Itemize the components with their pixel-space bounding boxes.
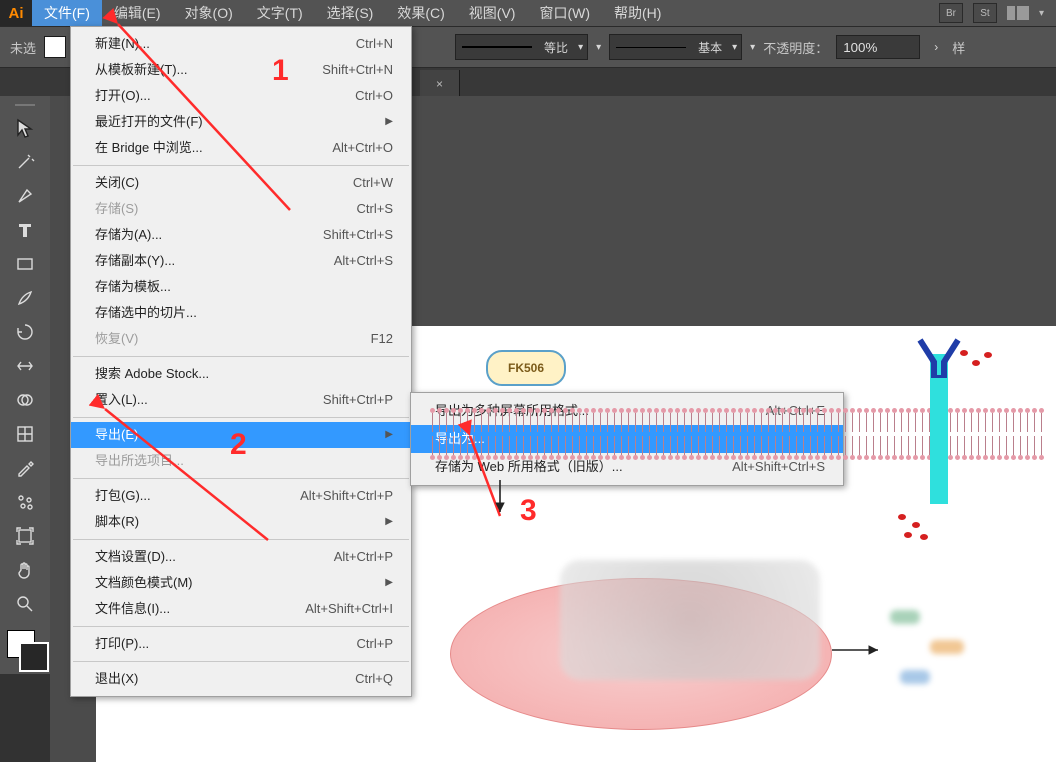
shape-builder-tool-icon[interactable]	[11, 386, 39, 414]
menu-items: 文件(F)编辑(E)对象(O)文字(T)选择(S)效果(C)视图(V)窗口(W)…	[32, 0, 673, 26]
rectangle-tool-icon[interactable]	[11, 250, 39, 278]
chevron-down-icon[interactable]: ▾	[596, 42, 601, 53]
menuitem-打开o[interactable]: 打开(O)...Ctrl+O	[71, 83, 411, 109]
menu-窗口[interactable]: 窗口(W)	[527, 0, 602, 26]
menuitem-搜索-adobe-stock[interactable]: 搜索 Adobe Stock...	[71, 361, 411, 387]
menuitem-置入l[interactable]: 置入(L)...Shift+Ctrl+P	[71, 387, 411, 413]
chevron-right-icon: ▶	[385, 425, 393, 445]
symbol-sprayer-tool-icon[interactable]	[11, 488, 39, 516]
menuitem-存储为a[interactable]: 存储为(A)...Shift+Ctrl+S	[71, 222, 411, 248]
menuitem-最近打开的文件f[interactable]: 最近打开的文件(F)▶	[71, 109, 411, 135]
annotation-2: 2	[230, 428, 247, 462]
magic-wand-tool-icon[interactable]	[11, 148, 39, 176]
selection-tool-icon[interactable]	[11, 114, 39, 142]
stock-icon[interactable]: St	[973, 3, 997, 23]
artboard-tool-icon[interactable]	[11, 522, 39, 550]
menuitem-新建n[interactable]: 新建(N)...Ctrl+N	[71, 31, 411, 57]
menu-选择[interactable]: 选择(S)	[315, 0, 386, 26]
tools-panel	[0, 96, 50, 674]
menu-效果[interactable]: 效果(C)	[385, 0, 456, 26]
menuitem-恢复v: 恢复(V)F12	[71, 326, 411, 352]
menuitem-在-bridge-中浏览[interactable]: 在 Bridge 中浏览...Alt+Ctrl+O	[71, 135, 411, 161]
menuitem-从模板新建t[interactable]: 从模板新建(T)...Shift+Ctrl+N	[71, 57, 411, 83]
menuitem-文件信息i[interactable]: 文件信息(I)...Alt+Shift+Ctrl+I	[71, 596, 411, 622]
bridge-icon[interactable]: Br	[939, 3, 963, 23]
file-menu-dropdown: 新建(N)...Ctrl+N从模板新建(T)...Shift+Ctrl+N打开(…	[70, 26, 412, 697]
menuitem-脚本r[interactable]: 脚本(R)▶	[71, 509, 411, 535]
mesh-tool-icon[interactable]	[11, 420, 39, 448]
menuitem-文档设置d[interactable]: 文档设置(D)...Alt+Ctrl+P	[71, 544, 411, 570]
artwork-membrane	[430, 408, 1052, 460]
menubar: Ai 文件(F)编辑(E)对象(O)文字(T)选择(S)效果(C)视图(V)窗口…	[0, 0, 1056, 27]
artwork-blur	[880, 600, 1000, 700]
opacity-label: 不透明度：	[763, 38, 828, 57]
menu-文件[interactable]: 文件(F)	[32, 0, 102, 26]
menuitem-存储选中的切片[interactable]: 存储选中的切片...	[71, 300, 411, 326]
menu-编辑[interactable]: 编辑(E)	[102, 0, 173, 26]
app-logo: Ai	[0, 0, 32, 26]
artwork-receptor	[930, 354, 948, 504]
artwork-label-fk506: FK506	[486, 350, 566, 386]
width-tool-icon[interactable]	[11, 352, 39, 380]
document-tab[interactable]: ×	[420, 70, 460, 98]
workspace-switcher-icon[interactable]	[1007, 6, 1029, 20]
annotation-3: 3	[520, 494, 537, 528]
chevron-down-icon[interactable]: ▾	[1039, 8, 1044, 19]
chevron-right-icon[interactable]: ›	[934, 40, 938, 54]
paintbrush-tool-icon[interactable]	[11, 284, 39, 312]
menuitem-退出x[interactable]: 退出(X)Ctrl+Q	[71, 666, 411, 692]
fill-swatch[interactable]	[44, 36, 66, 58]
pen-tool-icon[interactable]	[11, 182, 39, 210]
style-label: 样	[952, 38, 965, 57]
zoom-tool-icon[interactable]	[11, 590, 39, 618]
rotate-tool-icon[interactable]	[11, 318, 39, 346]
dropdown-brush[interactable]: 基本▾	[609, 34, 742, 60]
menuitem-打印p[interactable]: 打印(P)...Ctrl+P	[71, 631, 411, 657]
artwork-blur	[560, 560, 820, 680]
menuitem-存储副本y[interactable]: 存储副本(Y)...Alt+Ctrl+S	[71, 248, 411, 274]
dropdown-profile[interactable]: 等比▾	[455, 34, 588, 60]
chevron-right-icon: ▶	[385, 112, 393, 132]
chevron-right-icon: ▶	[385, 573, 393, 593]
menuitem-文档颜色模式m[interactable]: 文档颜色模式(M)▶	[71, 570, 411, 596]
annotation-1: 1	[272, 54, 289, 88]
menuitem-打包g[interactable]: 打包(G)...Alt+Shift+Ctrl+P	[71, 483, 411, 509]
menubar-right: Br St ▾ 🔍	[939, 3, 1056, 23]
menuitem-关闭c[interactable]: 关闭(C)Ctrl+W	[71, 170, 411, 196]
opacity-input[interactable]	[836, 35, 920, 59]
selection-status: 未选	[10, 38, 36, 57]
close-icon[interactable]: ×	[436, 77, 443, 91]
fill-stroke-swatches[interactable]	[5, 628, 45, 668]
menu-文字[interactable]: 文字(T)	[245, 0, 315, 26]
hand-tool-icon[interactable]	[11, 556, 39, 584]
chevron-right-icon: ▶	[385, 512, 393, 532]
eyedropper-tool-icon[interactable]	[11, 454, 39, 482]
type-tool-icon[interactable]	[11, 216, 39, 244]
menuitem-存储为模板[interactable]: 存储为模板...	[71, 274, 411, 300]
menu-视图[interactable]: 视图(V)	[457, 0, 528, 26]
menuitem-存储s: 存储(S)Ctrl+S	[71, 196, 411, 222]
menu-帮助[interactable]: 帮助(H)	[602, 0, 673, 26]
menu-对象[interactable]: 对象(O)	[173, 0, 245, 26]
chevron-down-icon[interactable]: ▾	[750, 42, 755, 53]
